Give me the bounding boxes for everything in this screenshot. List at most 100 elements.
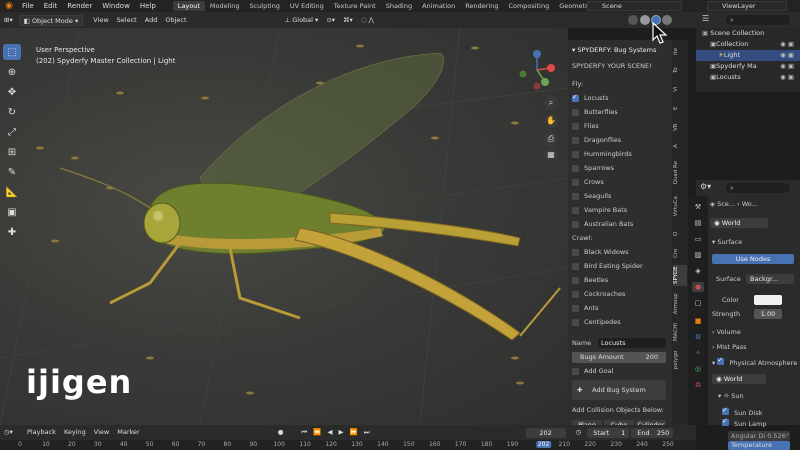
crawl-item-ants[interactable]: Ants: [572, 304, 599, 312]
properties-editor-icon[interactable]: ⚙▾: [700, 182, 711, 191]
start-frame-field[interactable]: Start 1: [587, 427, 630, 438]
transform-orientation[interactable]: ⊥ Global ▾: [281, 15, 323, 26]
sidebar-tab-virtuca[interactable]: VirtuCa: [673, 192, 687, 221]
collection-tab-icon[interactable]: ▢: [692, 298, 704, 308]
zoom-icon[interactable]: ⌕: [544, 96, 558, 110]
gizmo-y-icon[interactable]: [541, 78, 549, 86]
tab-modeling[interactable]: Modeling: [205, 1, 245, 11]
crawl-item-black-widows[interactable]: Black Widows: [572, 248, 629, 256]
fly-checkbox[interactable]: [572, 206, 579, 214]
sidebar-tab-a[interactable]: A: [673, 139, 687, 153]
crawl-checkbox[interactable]: [572, 262, 579, 270]
camera-view-icon[interactable]: ⎙: [544, 132, 558, 146]
menu-help[interactable]: Help: [135, 2, 161, 10]
tab-uv-editing[interactable]: UV Editing: [285, 1, 329, 11]
visibility-eye-icon[interactable]: ◉ ▣: [780, 61, 794, 72]
atmosphere-world-selector[interactable]: ◉ World: [712, 374, 766, 384]
name-field[interactable]: Locusts: [598, 338, 666, 348]
fly-item-locusts[interactable]: Locusts: [572, 93, 609, 102]
fly-item-flies[interactable]: Flies: [572, 122, 599, 130]
fly-item-seagulls[interactable]: Seagulls: [572, 192, 611, 200]
preview-range-icon[interactable]: ◷: [572, 427, 586, 438]
tab-shading[interactable]: Shading: [381, 1, 417, 11]
crawl-checkbox[interactable]: [572, 304, 579, 312]
crawl-item-cockroaches[interactable]: Cockroaches: [572, 290, 625, 298]
scene-selector[interactable]: Scene: [587, 1, 682, 11]
tab-animation[interactable]: Animation: [417, 1, 460, 11]
physical-atmosphere-header[interactable]: ▾ Physical Atmosphere: [712, 356, 797, 367]
end-frame-field[interactable]: End 250: [631, 427, 674, 438]
crawl-item-centipedes[interactable]: Centipedes: [572, 318, 621, 326]
scene-collection-row[interactable]: ▣ Scene Collection: [696, 28, 800, 39]
solid-shading-icon[interactable]: [640, 15, 650, 25]
viewport-menu-select[interactable]: Select: [113, 15, 141, 26]
sidebar-tab-vi[interactable]: Vi: [673, 82, 687, 96]
modifier-tab-icon[interactable]: ⚙: [692, 332, 704, 342]
fly-checkbox[interactable]: [572, 192, 579, 200]
record-icon[interactable]: ●: [274, 427, 288, 438]
physical-atmosphere-checkbox[interactable]: [717, 356, 725, 365]
sidebar-tab-machi[interactable]: MACHI: [673, 321, 687, 342]
tab-sculpting[interactable]: Sculpting: [244, 1, 284, 11]
constraints-tab-icon[interactable]: ⧉: [692, 380, 704, 390]
panel-header[interactable]: ▾ SPYDERFY: Bug Systems: [572, 46, 656, 54]
sidebar-tab-cre[interactable]: Cre: [673, 246, 687, 260]
viewport-menu-view[interactable]: View: [89, 15, 112, 26]
sidebar-tab-e[interactable]: E: [673, 101, 687, 115]
surface-panel-header[interactable]: ▾ Surface: [712, 238, 742, 246]
crawl-checkbox[interactable]: [572, 276, 579, 284]
outliner-row-collection[interactable]: ▣Collection ◉ ▣: [696, 39, 800, 50]
menu-render[interactable]: Render: [62, 2, 97, 10]
measure-icon[interactable]: 📐: [3, 184, 21, 200]
sidebar-tab-to[interactable]: To: [673, 63, 687, 77]
fly-checkbox[interactable]: [572, 108, 579, 116]
color-swatch[interactable]: [754, 295, 782, 305]
visibility-eye-icon[interactable]: ◉ ▣: [780, 39, 794, 50]
menu-edit[interactable]: Edit: [39, 2, 63, 10]
physics-tab-icon[interactable]: ◎: [692, 364, 704, 374]
crawl-checkbox[interactable]: [572, 290, 579, 298]
use-nodes-button[interactable]: Use Nodes: [712, 254, 794, 264]
angular-diameter-field[interactable]: Angular Di 0.526°: [728, 431, 790, 441]
fly-item-hummingbirds[interactable]: Hummingbirds: [572, 150, 632, 158]
3d-viewport[interactable]: User Perspective (202) Spyderfy Master C…: [0, 28, 568, 425]
gizmo-z-icon[interactable]: [533, 50, 541, 58]
bugs-amount-field[interactable]: Bugs Amount 200: [572, 352, 666, 363]
visibility-eye-icon[interactable]: ◉ ▣: [780, 72, 794, 83]
scale-icon[interactable]: ⤢: [3, 124, 21, 140]
timeline-menu-view[interactable]: View: [90, 427, 113, 438]
fly-item-sparrows[interactable]: Sparrows: [572, 164, 614, 172]
crawl-item-beetles[interactable]: Beetles: [572, 276, 608, 284]
add-bug-system-button[interactable]: ✚ Add Bug System: [572, 380, 666, 400]
navigation-gizmo[interactable]: [515, 48, 560, 93]
sidebar-tab-quad-re[interactable]: Quad Re: [673, 158, 687, 187]
tool-tab-icon[interactable]: ⚒: [692, 202, 704, 212]
sidebar-tab-atmosp[interactable]: Atmosp: [673, 291, 687, 316]
timeline-ruler[interactable]: 0 10 20 30 40 50 60 70 80 90 100 110 120 130 140 150 160…: [0, 440, 696, 450]
add-cube-icon[interactable]: ▣: [3, 204, 21, 220]
pan-hand-icon[interactable]: ✋: [544, 114, 558, 128]
properties-search-input[interactable]: ⌕: [726, 183, 790, 193]
fly-checkbox[interactable]: [572, 220, 579, 228]
fly-checkbox[interactable]: [572, 93, 579, 102]
surface-shader-dropdown[interactable]: Backgr...: [746, 274, 794, 284]
viewlayer-selector[interactable]: ViewLayer: [707, 1, 787, 11]
output-tab-icon[interactable]: ▭: [692, 234, 704, 244]
sun-disk-checkbox[interactable]: Sun Disk: [722, 406, 762, 417]
viewport-menu-add[interactable]: Add: [141, 15, 162, 26]
fly-item-dragonflies[interactable]: Dragonflies: [572, 136, 621, 144]
tab-texture-paint[interactable]: Texture Paint: [329, 1, 381, 11]
sidebar-tab-ite[interactable]: Ite: [673, 44, 687, 58]
scene-tab-icon[interactable]: ◈: [692, 266, 704, 276]
playback-controls[interactable]: ⏮ ⏪ ◀ ▶ ⏩ ⏭: [297, 427, 375, 438]
menu-file[interactable]: File: [17, 2, 39, 10]
world-selector[interactable]: ◉ World: [710, 218, 768, 228]
gizmo-x-icon[interactable]: [547, 64, 555, 72]
timeline-menu-playback[interactable]: Playback: [23, 427, 60, 438]
tab-layout[interactable]: Layout: [172, 1, 205, 11]
sidebar-tab-vr[interactable]: VR: [673, 120, 687, 134]
mist-panel-header[interactable]: › Mist Pass: [712, 343, 746, 351]
sidebar-tab-o[interactable]: O: [673, 227, 687, 241]
select-box-icon[interactable]: ⬚: [3, 44, 21, 60]
outliner-display-icon[interactable]: ☰: [702, 14, 709, 23]
